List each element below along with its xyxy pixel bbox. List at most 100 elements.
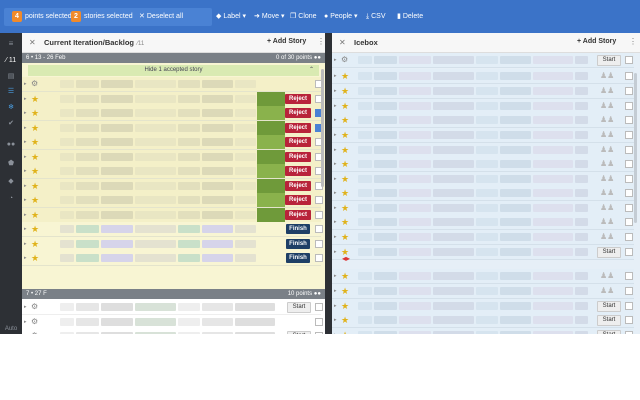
- auto-width-label[interactable]: Auto: [0, 325, 22, 333]
- story-row[interactable]: ▸ ★ Reject: [22, 193, 323, 208]
- story-row[interactable]: ▸ ★ ♟♟: [332, 172, 634, 187]
- select-checkbox[interactable]: [625, 248, 633, 256]
- story-row[interactable]: ▸ ★ Finish: [22, 222, 323, 237]
- story-row[interactable]: ▸ ★ ♟♟: [332, 113, 634, 128]
- start-button[interactable]: Start: [287, 331, 311, 334]
- story-row[interactable]: ▸ ★ ♟♟: [332, 69, 634, 84]
- expand-icon[interactable]: ▸: [334, 190, 337, 196]
- expand-icon[interactable]: ▸: [334, 132, 337, 138]
- expand-icon[interactable]: ▸: [24, 197, 27, 203]
- story-row[interactable]: ▸ ★ ♟♟: [332, 230, 634, 245]
- story-row[interactable]: ▸★Start: [332, 328, 634, 334]
- expand-icon[interactable]: ▸: [24, 96, 27, 102]
- start-button[interactable]: Start: [597, 55, 621, 66]
- select-checkbox[interactable]: [625, 146, 633, 154]
- add-story-button[interactable]: + Add Story: [267, 38, 306, 45]
- story-row[interactable]: ▸ ⚙: [22, 314, 323, 330]
- expand-icon[interactable]: ▸: [24, 304, 27, 310]
- story-row[interactable]: ▸ ⚙ Start: [22, 329, 323, 334]
- select-checkbox[interactable]: [625, 331, 633, 334]
- expand-icon[interactable]: ▸: [334, 73, 337, 79]
- more-menu-icon[interactable]: ⋮: [629, 37, 637, 46]
- select-checkbox[interactable]: [315, 332, 323, 334]
- inbox-icon[interactable]: ▤: [0, 73, 22, 81]
- expand-icon[interactable]: ▸: [334, 117, 337, 123]
- select-checkbox[interactable]: [625, 189, 633, 197]
- select-checkbox[interactable]: [625, 56, 633, 64]
- story-row[interactable]: ▸ ★ ♟♟: [332, 284, 634, 299]
- expand-icon[interactable]: ▸: [24, 333, 27, 334]
- story-row[interactable]: ▸ ★ ♟♟: [332, 157, 634, 172]
- expand-icon[interactable]: ▸: [24, 110, 27, 116]
- expand-icon[interactable]: ▸: [24, 226, 27, 232]
- iteration-header[interactable]: 6 • 13 - 26 Feb 0 of 30 points ●●: [22, 53, 325, 63]
- expand-icon[interactable]: ▸: [334, 234, 337, 240]
- select-checkbox[interactable]: [625, 116, 633, 124]
- expand-icon[interactable]: ▸: [334, 317, 337, 323]
- story-row[interactable]: ▸★Start: [332, 245, 634, 260]
- story-row[interactable]: ▸ ★ Reject: [22, 178, 323, 194]
- story-row[interactable]: ▸ ★ Reject: [22, 135, 323, 150]
- expand-icon[interactable]: ▸: [334, 57, 337, 63]
- select-checkbox[interactable]: [625, 272, 633, 280]
- done-icon[interactable]: ✔: [0, 120, 22, 128]
- select-checkbox[interactable]: [315, 317, 323, 326]
- story-row[interactable]: ▸★Start: [332, 313, 634, 328]
- expand-icon[interactable]: ▸: [334, 205, 337, 211]
- select-checkbox[interactable]: [315, 196, 323, 204]
- label-icon[interactable]: ◆: [0, 178, 22, 186]
- story-row[interactable]: ▸ ★ Reject: [22, 207, 323, 223]
- deselect-all-button[interactable]: ✕ Deselect all: [139, 11, 183, 22]
- story-row[interactable]: ▸ ⚙ Start: [332, 53, 634, 68]
- select-checkbox[interactable]: [625, 204, 633, 212]
- expand-icon[interactable]: ▸: [24, 255, 27, 261]
- story-row[interactable]: ▸ ★ Reject: [22, 106, 323, 121]
- select-checkbox[interactable]: [315, 254, 323, 262]
- select-checkbox[interactable]: [315, 239, 323, 248]
- history-icon[interactable]: ◔: [0, 195, 22, 203]
- reject-button[interactable]: Reject: [285, 108, 311, 118]
- story-row[interactable]: ▸ ★ ♟♟: [332, 84, 634, 99]
- reject-button[interactable]: Reject: [285, 209, 311, 220]
- select-checkbox[interactable]: [315, 210, 323, 219]
- story-row[interactable]: ▸ ★ ♟♟: [332, 99, 634, 114]
- story-row[interactable]: ▸ ★ ♟♟: [332, 143, 634, 158]
- close-icon[interactable]: ✕: [29, 38, 36, 47]
- select-checkbox[interactable]: [625, 316, 633, 324]
- select-checkbox[interactable]: [625, 72, 633, 80]
- finish-button[interactable]: Finish: [286, 238, 310, 249]
- shield-icon[interactable]: ⬟: [0, 160, 22, 168]
- expand-icon[interactable]: ▸: [24, 319, 27, 325]
- expand-icon[interactable]: ▸: [24, 241, 27, 247]
- iteration-header-2[interactable]: 7 • 27 F 10 points ●●: [22, 289, 325, 299]
- icebox-scrollbar[interactable]: [634, 73, 637, 223]
- select-checkbox[interactable]: [625, 287, 633, 295]
- story-row[interactable]: ▸ ★ ♟♟: [332, 215, 634, 230]
- story-row[interactable]: ▸ ★ Finish: [22, 251, 323, 266]
- select-checkbox[interactable]: [625, 160, 633, 168]
- people-button[interactable]: ● People ▾: [324, 11, 358, 22]
- story-row[interactable]: ▸ ⚙ Start: [22, 300, 323, 315]
- label-button[interactable]: ◆ Label ▾: [216, 11, 246, 22]
- add-story-button[interactable]: + Add Story: [577, 38, 616, 45]
- reject-button[interactable]: Reject: [285, 137, 311, 147]
- finish-button[interactable]: Finish: [286, 224, 310, 234]
- backlog-icon[interactable]: ☰: [0, 88, 22, 96]
- story-row[interactable]: ▸ ★ Reject: [22, 91, 323, 107]
- reject-button[interactable]: Reject: [285, 195, 311, 205]
- expand-icon[interactable]: ▸: [24, 154, 27, 160]
- close-icon[interactable]: ✕: [339, 38, 346, 47]
- more-menu-icon[interactable]: ⋮: [317, 37, 325, 46]
- expand-icon[interactable]: ▸: [24, 168, 27, 174]
- epics-icon[interactable]: ●●: [0, 141, 22, 149]
- expand-icon[interactable]: ▸: [334, 332, 337, 334]
- csv-button[interactable]: ⤓ CSV: [366, 11, 386, 22]
- select-checkbox[interactable]: [625, 102, 633, 110]
- story-row[interactable]: ▸ ★ ♟♟: [332, 128, 634, 143]
- expand-icon[interactable]: ▸: [24, 212, 27, 218]
- reject-button[interactable]: Reject: [285, 180, 311, 191]
- select-checkbox[interactable]: [315, 225, 323, 233]
- story-row[interactable]: ▸ ⚙: [22, 77, 323, 92]
- expand-icon[interactable]: ▸: [334, 288, 337, 294]
- select-checkbox[interactable]: [315, 303, 323, 311]
